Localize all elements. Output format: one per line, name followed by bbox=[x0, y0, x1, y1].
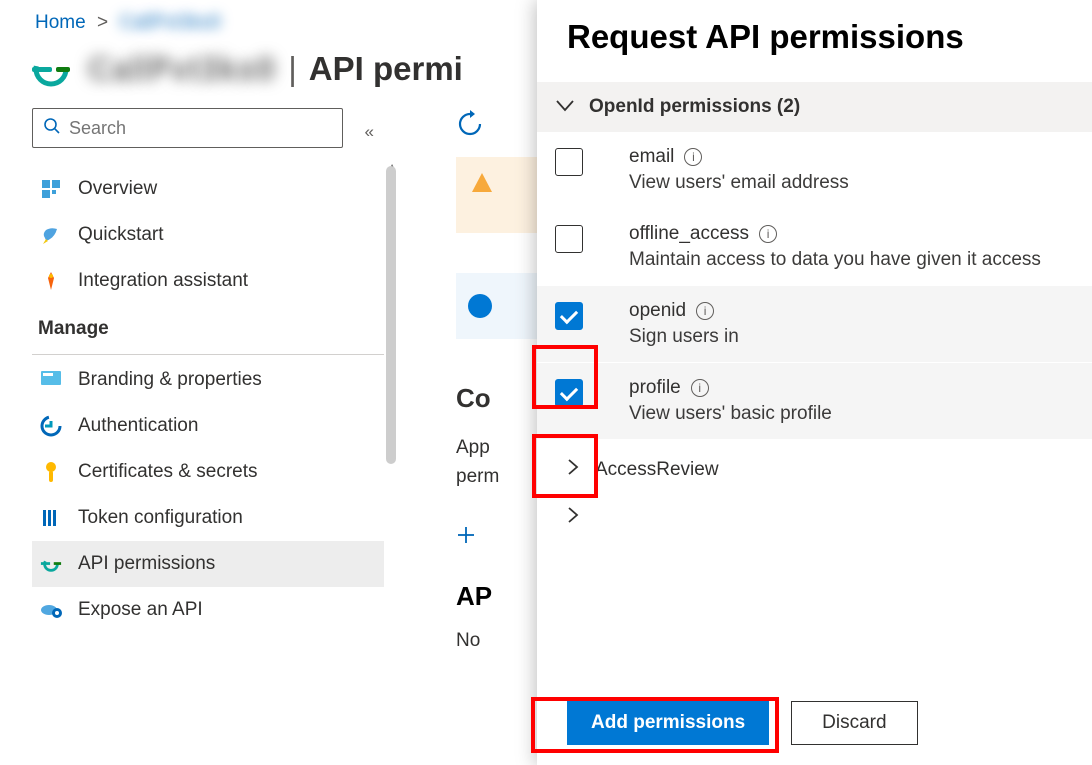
info-icon bbox=[468, 294, 492, 318]
permission-row-openid: openid i Sign users in bbox=[537, 286, 1092, 363]
permission-name: offline_access i bbox=[629, 223, 1041, 245]
sidebar-item-label: Quickstart bbox=[78, 224, 164, 246]
sidebar-item-api-permissions[interactable]: API permissions bbox=[32, 541, 384, 587]
scrollbar-thumb[interactable] bbox=[386, 166, 396, 464]
sidebar-item-quickstart[interactable]: Quickstart bbox=[32, 212, 384, 258]
subgroup-label: AccessReview bbox=[595, 459, 719, 481]
breadcrumb-home[interactable]: Home bbox=[35, 12, 86, 33]
sidebar-item-label: Certificates & secrets bbox=[78, 461, 258, 483]
page-title-app: CallPvt3ko0 bbox=[88, 50, 275, 87]
permission-name: openid i bbox=[629, 300, 739, 322]
sidebar-item-certificates[interactable]: Certificates & secrets bbox=[32, 449, 384, 495]
checkbox-offline-access[interactable] bbox=[555, 225, 583, 253]
sidebar-item-label: Authentication bbox=[78, 415, 198, 437]
sidebar-nav: ▲ Overview Quickstart Integration assist… bbox=[32, 166, 384, 633]
panel-footer: Add permissions Discard bbox=[537, 685, 1092, 765]
sidebar-item-label: Overview bbox=[78, 178, 157, 200]
permission-description: View users' email address bbox=[629, 172, 849, 194]
permissions-list: email i View users' email address offlin… bbox=[537, 132, 1092, 765]
sidebar-section-manage: Manage bbox=[32, 304, 384, 350]
permission-description: Maintain access to data you have given i… bbox=[629, 249, 1041, 271]
collapsed-group[interactable] bbox=[537, 500, 1092, 548]
permission-description: Sign users in bbox=[629, 326, 739, 348]
info-icon[interactable]: i bbox=[696, 302, 714, 320]
sidebar-item-label: Branding & properties bbox=[78, 369, 262, 391]
access-review-group[interactable]: AccessReview bbox=[537, 440, 1092, 500]
sidebar-item-label: API permissions bbox=[78, 553, 215, 575]
sidebar-item-label: Integration assistant bbox=[78, 270, 248, 292]
search-icon bbox=[43, 117, 61, 140]
permission-row-profile: profile i View users' basic profile bbox=[537, 363, 1092, 440]
warning-icon bbox=[470, 171, 494, 200]
add-permissions-button[interactable]: Add permissions bbox=[567, 701, 769, 745]
permission-row-email: email i View users' email address bbox=[537, 132, 1092, 209]
info-icon[interactable]: i bbox=[691, 379, 709, 397]
search-input[interactable] bbox=[69, 118, 332, 139]
sidebar-item-branding[interactable]: Branding & properties bbox=[32, 357, 384, 403]
divider bbox=[32, 354, 384, 355]
breadcrumb-separator: > bbox=[91, 12, 114, 33]
sidebar-item-label: Expose an API bbox=[78, 599, 203, 621]
sidebar-item-token-configuration[interactable]: Token configuration bbox=[32, 495, 384, 541]
permission-name: profile i bbox=[629, 377, 832, 399]
api-permissions-small-icon bbox=[40, 553, 62, 575]
permission-name: email i bbox=[629, 146, 849, 168]
permission-description: View users' basic profile bbox=[629, 403, 832, 425]
breadcrumb-app[interactable]: CallPvt3ko0 bbox=[119, 12, 220, 33]
checkbox-openid[interactable] bbox=[555, 302, 583, 330]
info-icon[interactable]: i bbox=[684, 148, 702, 166]
chevron-down-icon bbox=[555, 96, 575, 118]
openid-group-header[interactable]: OpenId permissions (2) bbox=[537, 82, 1092, 132]
quickstart-icon bbox=[40, 224, 62, 246]
certificates-icon bbox=[40, 461, 62, 483]
token-icon bbox=[40, 507, 62, 529]
checkbox-profile[interactable] bbox=[555, 379, 583, 407]
sidebar-item-integration-assistant[interactable]: Integration assistant bbox=[32, 258, 384, 304]
api-permissions-icon bbox=[30, 48, 72, 90]
chevron-right-icon bbox=[567, 506, 579, 530]
integration-assistant-icon bbox=[40, 270, 62, 292]
branding-icon bbox=[40, 369, 62, 391]
overview-icon bbox=[40, 178, 62, 200]
sidebar: « ▲ Overview Quickstart Integ bbox=[32, 108, 384, 633]
request-permissions-panel: Request API permissions OpenId permissio… bbox=[537, 0, 1092, 765]
sidebar-item-expose-api[interactable]: Expose an API bbox=[32, 587, 384, 633]
collapse-sidebar-icon[interactable]: « bbox=[355, 116, 384, 148]
checkbox-email[interactable] bbox=[555, 148, 583, 176]
group-label: OpenId permissions (2) bbox=[589, 96, 800, 118]
page-title-suffix: API permi bbox=[309, 50, 463, 87]
sidebar-item-overview[interactable]: Overview bbox=[32, 166, 384, 212]
panel-title: Request API permissions bbox=[537, 0, 1092, 82]
permission-row-offline-access: offline_access i Maintain access to data… bbox=[537, 209, 1092, 286]
sidebar-item-label: Token configuration bbox=[78, 507, 243, 529]
page-title: CallPvt3ko0 | API permi bbox=[88, 50, 463, 88]
plus-icon bbox=[456, 525, 476, 545]
expose-api-icon bbox=[40, 599, 62, 621]
info-icon[interactable]: i bbox=[759, 225, 777, 243]
chevron-right-icon bbox=[567, 458, 579, 482]
sidebar-item-authentication[interactable]: Authentication bbox=[32, 403, 384, 449]
search-box[interactable] bbox=[32, 108, 343, 148]
discard-button[interactable]: Discard bbox=[791, 701, 917, 745]
authentication-icon bbox=[40, 415, 62, 437]
